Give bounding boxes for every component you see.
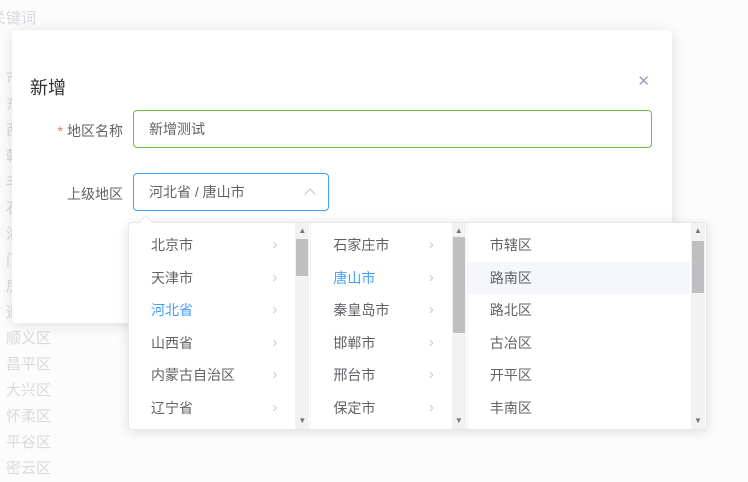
background-list-item: 怀柔区 xyxy=(6,404,66,430)
chevron-right-icon: › xyxy=(429,229,434,262)
province-scrollbar[interactable]: ▲ ▼ xyxy=(295,223,309,429)
scroll-down-icon[interactable]: ▼ xyxy=(295,415,309,427)
cascader-district-option[interactable]: 古冶区 › xyxy=(468,327,690,360)
scroll-up-icon[interactable]: ▲ xyxy=(452,225,466,237)
scrollbar-thumb[interactable] xyxy=(692,241,704,293)
scroll-down-icon[interactable]: ▼ xyxy=(691,415,705,427)
background-list-item: 平谷区 xyxy=(6,430,66,456)
chevron-right-icon: › xyxy=(272,262,277,295)
cascader-city-option[interactable]: 石家庄市 › xyxy=(311,229,450,262)
cascader-district-option[interactable]: 市辖区 › xyxy=(468,229,690,262)
scroll-down-icon[interactable]: ▼ xyxy=(452,415,466,427)
background-list-item: 昌平区 xyxy=(6,352,66,378)
region-cascader-dropdown: 北京市 › 天津市 › 河北省 › 山西省 › 内蒙古自治区 › 辽宁省 › ▲… xyxy=(128,222,707,430)
chevron-right-icon: › xyxy=(429,392,434,425)
cascader-province-option[interactable]: 天津市 › xyxy=(129,262,294,295)
parent-region-select[interactable]: 河北省 / 唐山市 xyxy=(133,173,329,211)
cascader-city-option[interactable]: 保定市 › xyxy=(311,392,450,425)
scroll-up-icon[interactable]: ▲ xyxy=(691,225,705,237)
chevron-right-icon: › xyxy=(272,359,277,392)
cascader-province-option[interactable]: 山西省 › xyxy=(129,327,294,360)
district-scrollbar[interactable]: ▲ ▼ xyxy=(691,223,705,429)
cascader-district-option[interactable]: 开平区 › xyxy=(468,359,690,392)
region-name-input[interactable]: 新增测试 xyxy=(133,110,652,148)
cascader-city-option[interactable]: 邯郸市 › xyxy=(311,327,450,360)
chevron-right-icon: › xyxy=(272,327,277,360)
cascader-district-option[interactable]: 路南区 › xyxy=(468,262,690,295)
chevron-right-icon: › xyxy=(272,294,277,327)
cascader-province-column: 北京市 › 天津市 › 河北省 › 山西省 › 内蒙古自治区 › 辽宁省 › ▲… xyxy=(129,223,311,429)
cascader-province-option[interactable]: 辽宁省 › xyxy=(129,392,294,425)
parent-region-label: 上级地区 xyxy=(12,184,123,204)
cascader-city-column: 石家庄市 › 唐山市 › 秦皇岛市 › 邯郸市 › 邢台市 › 保定市 › ▲ … xyxy=(311,223,467,429)
parent-region-value: 河北省 / 唐山市 xyxy=(149,184,245,200)
chevron-right-icon: › xyxy=(429,262,434,295)
cascader-province-option[interactable]: 河北省 › xyxy=(129,294,294,327)
required-asterisk: * xyxy=(58,123,63,139)
city-scrollbar[interactable]: ▲ ▼ xyxy=(452,223,466,429)
dialog-title: 新增 xyxy=(30,74,66,100)
cascader-province-option[interactable]: 北京市 › xyxy=(129,229,294,262)
cascader-district-option[interactable]: 路北区 › xyxy=(468,294,690,327)
background-list-item: 密云区 xyxy=(6,456,66,482)
chevron-right-icon: › xyxy=(429,294,434,327)
chevron-right-icon: › xyxy=(429,327,434,360)
scroll-up-icon[interactable]: ▲ xyxy=(295,225,309,237)
background-search-keyword: 关键词 xyxy=(0,7,36,28)
scrollbar-thumb[interactable] xyxy=(453,237,465,333)
cascader-city-option[interactable]: 邢台市 › xyxy=(311,359,450,392)
region-name-label: *地区名称 xyxy=(12,121,123,141)
cascader-district-column: 市辖区 › 路南区 › 路北区 › 古冶区 › 开平区 › 丰南区 › ▲ ▼ xyxy=(468,223,706,429)
chevron-right-icon: › xyxy=(429,359,434,392)
chevron-right-icon: › xyxy=(272,229,277,262)
scrollbar-thumb[interactable] xyxy=(296,239,308,276)
close-icon[interactable]: ✕ xyxy=(637,74,650,89)
cascader-province-option[interactable]: 内蒙古自治区 › xyxy=(129,359,294,392)
cascader-district-option[interactable]: 丰南区 › xyxy=(468,392,690,425)
chevron-right-icon: › xyxy=(272,392,277,425)
cascader-city-option[interactable]: 唐山市 › xyxy=(311,262,450,295)
cascader-city-option[interactable]: 秦皇岛市 › xyxy=(311,294,450,327)
background-list-item: 大兴区 xyxy=(6,378,66,404)
background-list-item: 顺义区 xyxy=(6,326,66,352)
chevron-up-icon xyxy=(304,188,315,199)
